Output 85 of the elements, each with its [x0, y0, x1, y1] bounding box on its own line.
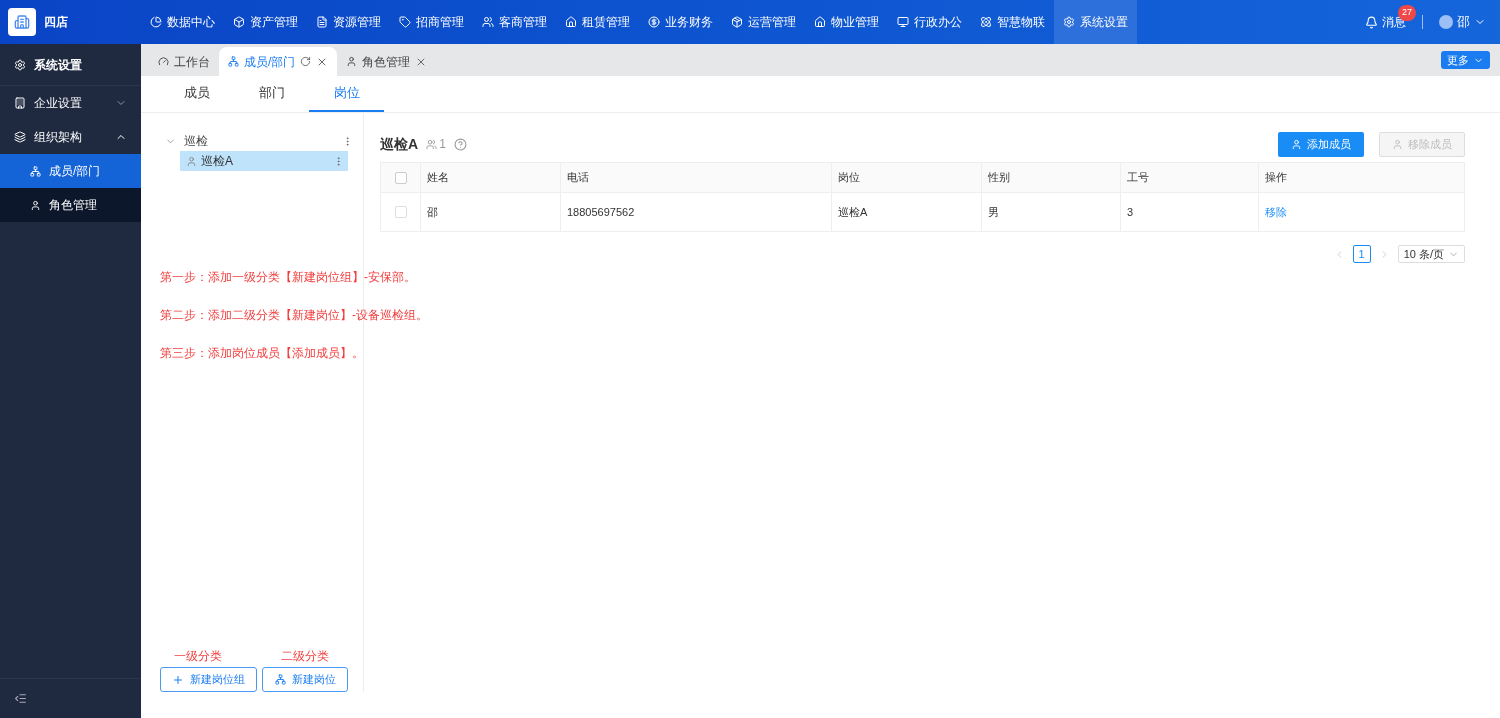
nav-menu-item[interactable]: 客商管理: [473, 0, 556, 44]
plus-icon: [172, 673, 184, 686]
refresh-icon[interactable]: [300, 56, 312, 67]
nav-menu-item[interactable]: 物业管理: [805, 0, 888, 44]
settings-icon: [1063, 16, 1075, 28]
tree-node[interactable]: 巡检A: [180, 151, 348, 171]
sidebar-item[interactable]: 成员/部门: [0, 154, 141, 188]
avatar-icon: [1439, 15, 1453, 29]
document-icon: [316, 16, 328, 28]
tree-node[interactable]: 巡检: [184, 132, 334, 150]
instruction-note: 第三步：添加岗位成员【添加成员】。: [160, 345, 364, 362]
instruction-note: 第二步：添加二级分类【新建岗位】-设备巡检组。: [160, 307, 428, 324]
create-button[interactable]: 新建岗位: [262, 667, 348, 692]
nav-menu-item[interactable]: 招商管理: [390, 0, 473, 44]
column-header: 岗位: [838, 170, 860, 186]
sub-tab[interactable]: 部门: [234, 76, 309, 112]
page-tab[interactable]: 成员/部门: [219, 47, 338, 76]
house-icon: [565, 16, 577, 28]
hierarchy-icon: [274, 674, 286, 685]
pie-chart-icon: [150, 16, 162, 28]
hierarchy-icon: [228, 56, 239, 67]
brand-name: 四店: [44, 14, 68, 31]
table-cell-text: 巡检A: [838, 204, 868, 220]
atom-icon: [980, 16, 992, 28]
category-note: 一级分类: [173, 648, 222, 665]
page-tab[interactable]: 角色管理: [337, 47, 437, 76]
position-title: 巡检A: [380, 134, 419, 154]
page-tab[interactable]: 工作台: [149, 47, 219, 76]
building-icon: [14, 97, 26, 109]
user-icon: [186, 155, 197, 167]
user-menu[interactable]: 邵: [1439, 12, 1486, 32]
user-icon: [30, 199, 41, 211]
monitor-icon: [897, 16, 909, 28]
column-header: 工号: [1127, 170, 1149, 186]
nav-menu-item[interactable]: 租赁管理: [556, 0, 639, 44]
sub-tab[interactable]: 岗位: [309, 76, 384, 112]
collapse-icon[interactable]: [14, 692, 27, 705]
package-icon: [731, 16, 743, 28]
table-cell-text: 18805697562: [567, 204, 635, 220]
nav-menu-item[interactable]: 业务财务: [639, 0, 722, 44]
hierarchy-icon: [30, 165, 41, 177]
column-header: 性别: [988, 170, 1010, 186]
select-all-checkbox[interactable]: [394, 171, 407, 184]
cube-icon: [233, 16, 245, 28]
nav-menu-item[interactable]: 资源管理: [307, 0, 390, 44]
nav-menu-item[interactable]: 行政办公: [888, 0, 971, 44]
sidebar-group[interactable]: 企业设置: [0, 86, 141, 120]
page-size-select[interactable]: 10 条/页: [1397, 245, 1465, 263]
category-note: 二级分类: [281, 648, 329, 665]
remove-link[interactable]: 移除: [1265, 203, 1287, 221]
house-icon: [814, 16, 826, 28]
sidebar-group[interactable]: 组织架构: [0, 120, 141, 154]
nav-menu-item[interactable]: 资产管理: [224, 0, 307, 44]
nav-menu-item[interactable]: 数据中心: [141, 0, 224, 44]
sidebar-title: 系统设置: [34, 56, 82, 74]
layers-icon: [14, 131, 26, 143]
sub-tab[interactable]: 成员: [159, 76, 234, 112]
user-icon: [1392, 138, 1403, 150]
nav-menu-item[interactable]: 智慧物联: [971, 0, 1054, 44]
user-icon: [1291, 138, 1302, 150]
table-cell-text: 邵: [427, 204, 438, 220]
member-count: 1: [426, 135, 446, 153]
bell-icon: [1365, 15, 1378, 29]
coin-icon: [648, 16, 660, 28]
user-icon: [346, 56, 358, 67]
add-member-button[interactable]: 添加成员: [1278, 131, 1364, 157]
logo-icon: [8, 8, 36, 36]
column-header: 姓名: [427, 170, 449, 186]
column-header: 电话: [567, 170, 589, 186]
nav-menu-item[interactable]: 系统设置: [1054, 0, 1137, 44]
row-checkbox[interactable]: [394, 206, 407, 218]
tag-icon: [399, 16, 411, 28]
settings-icon: [14, 58, 26, 71]
more-button[interactable]: 更多: [1441, 51, 1490, 69]
gauge-icon: [158, 56, 169, 67]
table-cell-text: 男: [988, 204, 999, 220]
table-cell-text: 3: [1127, 204, 1134, 220]
sidebar-item[interactable]: 角色管理: [0, 188, 141, 222]
column-header: 操作: [1265, 170, 1287, 186]
instruction-note: 第一步：添加一级分类【新建岗位组】-安保部。: [160, 269, 416, 286]
help-icon[interactable]: [453, 137, 467, 151]
page-button[interactable]: 1: [1352, 245, 1371, 263]
create-button[interactable]: 新建岗位组: [160, 667, 257, 692]
people-icon: [482, 16, 494, 28]
nav-menu-item[interactable]: 运营管理: [722, 0, 805, 44]
